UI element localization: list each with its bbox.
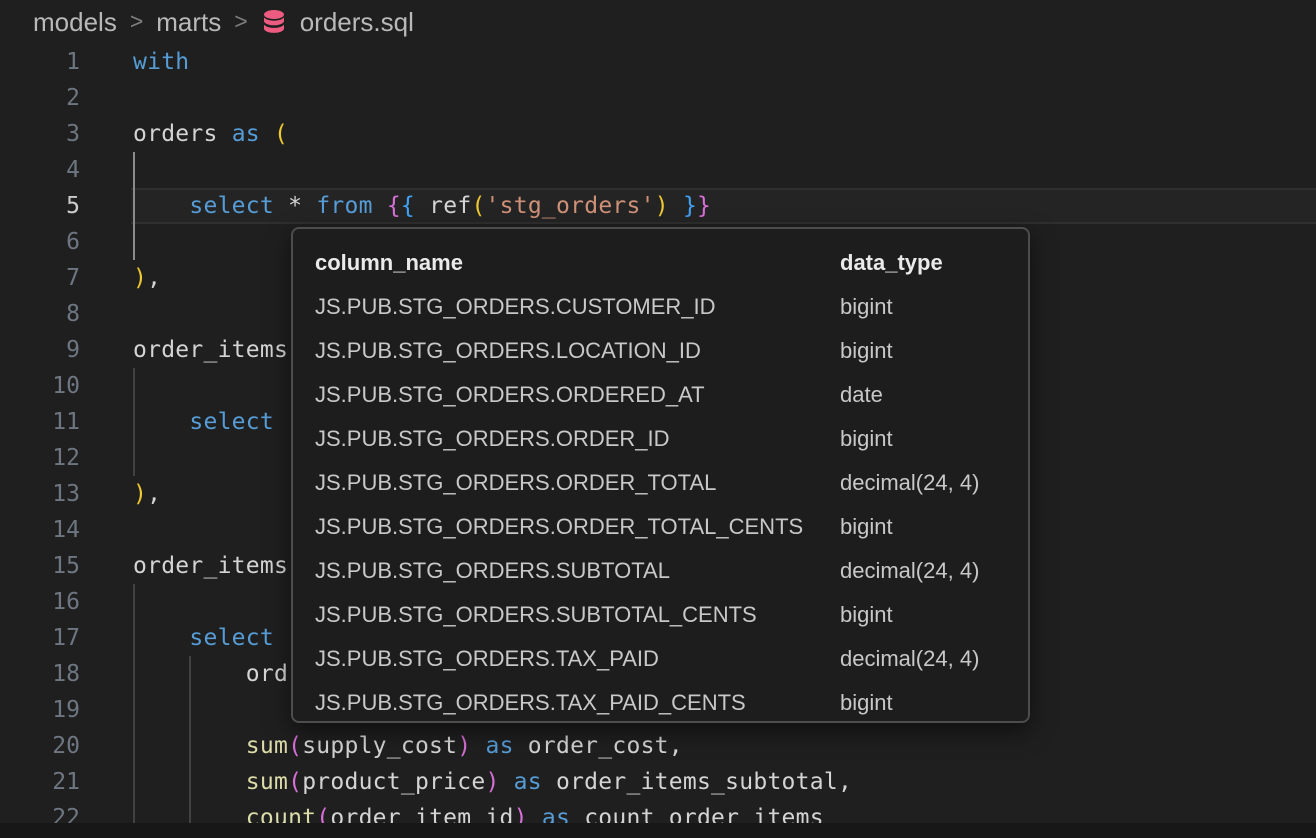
data-type-cell: bigint: [840, 593, 1028, 637]
code-line[interactable]: 2: [0, 80, 1316, 116]
column-info-row: JS.PUB.STG_ORDERS.TAX_PAIDdecimal(24, 4): [315, 637, 1028, 681]
column-name-cell: JS.PUB.STG_ORDERS.TAX_PAID_CENTS: [315, 681, 840, 723]
data-type-cell: date: [840, 373, 1028, 417]
code-text: order_items: [133, 332, 288, 368]
column-name-cell: JS.PUB.STG_ORDERS.ORDER_ID: [315, 417, 840, 461]
data-type-cell: bigint: [840, 285, 1028, 329]
line-number: 8: [0, 296, 80, 332]
indent-guide: [133, 224, 135, 260]
data-type-cell: decimal(24, 4): [840, 549, 1028, 593]
indent-guide: [133, 440, 135, 476]
data-type-header: data_type: [840, 241, 1028, 285]
code-text: orders as (: [133, 116, 288, 152]
line-number: 14: [0, 512, 80, 548]
column-name-cell: JS.PUB.STG_ORDERS.CUSTOMER_ID: [315, 285, 840, 329]
line-number: 13: [0, 476, 80, 512]
chevron-right-icon: >: [234, 8, 247, 35]
column-info-popup: column_name data_type JS.PUB.STG_ORDERS.…: [291, 227, 1030, 723]
code-line[interactable]: 4: [0, 152, 1316, 188]
line-number: 21: [0, 764, 80, 800]
code-text: sum(product_price) as order_items_subtot…: [133, 764, 852, 800]
data-type-cell: bigint: [840, 681, 1028, 723]
column-name-header: column_name: [315, 241, 840, 285]
popup-table-body: JS.PUB.STG_ORDERS.CUSTOMER_IDbigintJS.PU…: [315, 285, 1028, 723]
line-number: 19: [0, 692, 80, 728]
indent-guide: [133, 692, 135, 728]
code-text: sum(supply_cost) as order_cost,: [133, 728, 683, 764]
data-type-cell: bigint: [840, 417, 1028, 461]
code-text: order_items: [133, 548, 288, 584]
breadcrumb-item-file[interactable]: orders.sql: [300, 7, 414, 38]
line-number: 20: [0, 728, 80, 764]
line-number: 2: [0, 80, 80, 116]
code-line[interactable]: 20 sum(supply_cost) as order_cost,: [0, 728, 1316, 764]
code-line[interactable]: 5 select * from {{ ref('stg_orders') }}: [0, 188, 1316, 224]
indent-guide: [133, 368, 135, 404]
database-icon: [261, 8, 287, 36]
code-text: select: [133, 404, 274, 440]
data-type-cell: decimal(24, 4): [840, 461, 1028, 505]
line-number: 11: [0, 404, 80, 440]
line-number: 7: [0, 260, 80, 296]
column-info-row: JS.PUB.STG_ORDERS.LOCATION_IDbigint: [315, 329, 1028, 373]
column-name-cell: JS.PUB.STG_ORDERS.ORDER_TOTAL: [315, 461, 840, 505]
indent-guide: [133, 152, 135, 188]
line-number: 18: [0, 656, 80, 692]
code-text: with: [133, 44, 189, 80]
breadcrumb-item-models[interactable]: models: [33, 7, 117, 38]
code-line[interactable]: 1 with: [0, 44, 1316, 80]
line-number: 9: [0, 332, 80, 368]
data-type-cell: bigint: [840, 505, 1028, 549]
column-info-row: JS.PUB.STG_ORDERS.TAX_PAID_CENTSbigint: [315, 681, 1028, 723]
column-info-row: JS.PUB.STG_ORDERS.ORDER_TOTALdecimal(24,…: [315, 461, 1028, 505]
column-info-row: JS.PUB.STG_ORDERS.SUBTOTALdecimal(24, 4): [315, 549, 1028, 593]
column-name-cell: JS.PUB.STG_ORDERS.LOCATION_ID: [315, 329, 840, 373]
data-type-cell: decimal(24, 4): [840, 637, 1028, 681]
popup-header-row: column_name data_type: [315, 241, 1028, 285]
code-text: ),: [133, 260, 161, 296]
line-number: 4: [0, 152, 80, 188]
code-text: ord: [133, 656, 288, 692]
column-info-row: JS.PUB.STG_ORDERS.ORDER_TOTAL_CENTSbigin…: [315, 505, 1028, 549]
line-number: 10: [0, 368, 80, 404]
line-number: 1: [0, 44, 80, 80]
line-number: 16: [0, 584, 80, 620]
line-number: 6: [0, 224, 80, 260]
editor-bottom-strip: [0, 823, 1316, 838]
breadcrumb: models > marts > orders.sql: [0, 0, 1316, 44]
line-number: 3: [0, 116, 80, 152]
column-info-row: JS.PUB.STG_ORDERS.SUBTOTAL_CENTSbigint: [315, 593, 1028, 637]
code-text: select: [133, 620, 274, 656]
column-info-row: JS.PUB.STG_ORDERS.ORDER_IDbigint: [315, 417, 1028, 461]
line-number: 5: [0, 188, 80, 224]
indent-guide: [133, 584, 135, 620]
column-name-cell: JS.PUB.STG_ORDERS.ORDER_TOTAL_CENTS: [315, 505, 840, 549]
column-info-row: JS.PUB.STG_ORDERS.ORDERED_ATdate: [315, 373, 1028, 417]
code-text: ),: [133, 476, 161, 512]
column-name-cell: JS.PUB.STG_ORDERS.TAX_PAID: [315, 637, 840, 681]
line-number: 12: [0, 440, 80, 476]
column-name-cell: JS.PUB.STG_ORDERS.SUBTOTAL: [315, 549, 840, 593]
chevron-right-icon: >: [130, 8, 143, 35]
column-name-cell: JS.PUB.STG_ORDERS.ORDERED_AT: [315, 373, 840, 417]
code-line[interactable]: 21 sum(product_price) as order_items_sub…: [0, 764, 1316, 800]
line-number: 17: [0, 620, 80, 656]
data-type-cell: bigint: [840, 329, 1028, 373]
column-name-cell: JS.PUB.STG_ORDERS.SUBTOTAL_CENTS: [315, 593, 840, 637]
breadcrumb-item-marts[interactable]: marts: [156, 7, 221, 38]
indent-guide: [189, 692, 191, 728]
line-number: 15: [0, 548, 80, 584]
column-info-row: JS.PUB.STG_ORDERS.CUSTOMER_IDbigint: [315, 285, 1028, 329]
code-text: select * from {{ ref('stg_orders') }}: [133, 188, 711, 224]
code-line[interactable]: 3 orders as (: [0, 116, 1316, 152]
